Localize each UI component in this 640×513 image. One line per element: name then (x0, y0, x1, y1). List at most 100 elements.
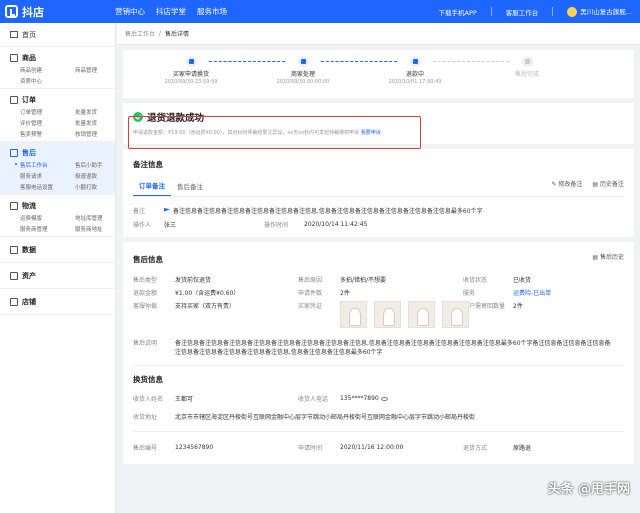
logo[interactable]: 抖店 (5, 4, 115, 20)
shop-icon (10, 297, 18, 306)
addr-label: 收货地址 (133, 413, 158, 421)
remark-section-title: 备注信息 (133, 160, 163, 169)
reason-value: 多拍/错拍/不想要 (340, 277, 387, 284)
step-done: 售后完成 (471, 56, 583, 78)
proof-label: 买家凭证 (298, 303, 323, 310)
nav-marketing[interactable]: 营销中心 (115, 6, 145, 17)
tab-aftersale-remark[interactable]: 售后备注 (171, 181, 209, 196)
remark-card: 备注信息 订单备注 售后备注 ✎ 修改备注 ▤ 历史备注 备注 备注信息备注信息… (123, 149, 634, 237)
sidebar-item-service-request[interactable]: 服务请求 (20, 172, 75, 180)
sidebar-item-freight-template[interactable]: 运费模版 (20, 214, 75, 222)
sidebar-title-label: 数据 (22, 245, 36, 254)
return-qty-value: 2件 (513, 303, 523, 310)
proof-image[interactable] (408, 301, 435, 328)
user-icon (185, 56, 197, 67)
recv-phone-text: 135****7890 (340, 395, 379, 402)
aftersale-no-value: 1234567890 (175, 444, 214, 451)
proof-image[interactable] (442, 301, 469, 328)
sidebar-item-home[interactable]: 首页 (0, 23, 115, 47)
sidebar-home-label: 首页 (22, 30, 36, 39)
sidebar-title-data[interactable]: 数据 (0, 243, 115, 256)
sidebar-title-label: 售后 (22, 148, 36, 157)
aftersale-history-button[interactable]: ▤ 售后历史 (592, 252, 624, 261)
exchange-section-title: 换货信息 (133, 375, 163, 384)
status-card: 退货退款成功 申请退款金额：¥19.00（含运费¥0.00），如对纠纷仲裁结果又… (123, 103, 634, 144)
addr-value: 北京市市辖区海淀区丹棱街号互联网金融中心层字节跳动小邮局丹棱街号互联网金融中心层… (175, 413, 476, 421)
edit-remark-label: 修改备注 (558, 181, 583, 188)
step-process: 商家处理 2020/09/30 00:00:00 (247, 56, 397, 85)
remark-text: 备注信息备注信息备注信息备注信息备注信息备注信息,信息备注信息备注信息备注信息备… (173, 207, 483, 215)
sidebar-item-order-manage[interactable]: 订单管理 (20, 108, 75, 116)
recv-name-value: 王都可 (175, 396, 194, 403)
sidebar-item-provider-manage[interactable]: 服务商管理 (20, 225, 75, 233)
return-qty-label: 用户需寄回数量 (463, 303, 506, 310)
aftersale-icon (10, 148, 18, 157)
op-time-label: 操作时间 (264, 221, 289, 229)
proof-image[interactable] (374, 301, 401, 328)
status-desc: 申请退款金额：¥19.00（含运费¥0.00），如对纠纷仲裁结果又异议，xx天x… (133, 129, 624, 136)
remark-tabs: 订单备注 售后备注 ✎ 修改备注 ▤ 历史备注 (133, 175, 624, 197)
merchant-icon (297, 56, 309, 67)
aftersale-section-title: 售后信息 (133, 255, 163, 264)
sidebar-item-sales-warning[interactable]: 售卖预警 (20, 130, 75, 138)
sidebar-title-orders[interactable]: 订单 (0, 93, 115, 106)
recv-phone-label: 收货人电话 (298, 396, 329, 403)
sidebar-title-logistics[interactable]: 物流 (0, 199, 115, 212)
step-refunding: 退款中 2020/10/01 17:30:43 (359, 56, 509, 85)
assets-icon (10, 271, 18, 280)
sidebar-title-shop[interactable]: 店铺 (0, 295, 115, 308)
operator-label: 操作人 (133, 221, 152, 229)
divider (490, 7, 492, 16)
step-name: 退款中 (405, 71, 424, 78)
main-content: 售后工作台 / 售后详情 买家申请换货 2020/09/30 23:59:59 … (117, 23, 640, 513)
home-icon (10, 31, 18, 38)
step-time: 2020/10/01 17:30:43 (388, 79, 442, 85)
download-app-link[interactable]: 下载手机APP (439, 7, 477, 17)
steps: 买家申请换货 2020/09/30 23:59:59 商家处理 2020/09/… (123, 50, 634, 98)
tab-order-remark[interactable]: 订单备注 (133, 180, 171, 196)
sidebar-title-goods[interactable]: 商品 (0, 51, 115, 64)
edit-remark-button[interactable]: ✎ 修改备注 (551, 179, 582, 188)
sidebar-item-aftersale-workbench[interactable]: 售后工作台 (15, 161, 75, 169)
sidebar-item-create-goods[interactable]: 商品创建 (20, 66, 75, 74)
breadcrumb-sep: / (159, 30, 162, 37)
arb-value: 支持买家（双方有责） (175, 303, 236, 310)
service-link[interactable]: 运费险-已出单 (513, 288, 551, 297)
progress-card: 买家申请换货 2020/09/30 23:59:59 商家处理 2020/09/… (123, 50, 634, 98)
shop-menu[interactable]: 黑川山复古旗舰... (567, 6, 632, 17)
type-label: 售后类型 (133, 277, 158, 284)
nav-school[interactable]: 抖店学堂 (156, 6, 186, 17)
amount-label: 退款金额 (133, 290, 158, 297)
amount-value: ¥1.00（含运费¥0.60） (175, 290, 240, 297)
remark-label: 备注 (133, 207, 146, 215)
recv-name-label: 收货人姓名 (133, 396, 164, 403)
sidebar-item-qualification[interactable]: 资质中心 (20, 77, 75, 85)
sidebar-item-review-manage[interactable]: 评价管理 (20, 119, 75, 127)
order-icon (10, 95, 18, 104)
breadcrumb: 售后工作台 / 售后详情 (117, 23, 640, 45)
sidebar-title-label: 资产 (22, 271, 36, 280)
arb-label: 客服仲裁 (133, 303, 158, 310)
reason-label: 售后原因 (298, 277, 323, 284)
service-workbench-link[interactable]: 客服工作台 (506, 7, 539, 17)
sidebar-title-aftersale[interactable]: 售后 (0, 146, 115, 159)
aftersale-card: 售后信息 ▤ 售后历史 售后类型 发货前仅退货 售后原因 多拍/错拍/不想要 收货状… (123, 242, 634, 464)
breadcrumb-parent[interactable]: 售后工作台 (125, 29, 155, 38)
nav-market[interactable]: 服务市场 (197, 6, 227, 17)
eye-icon[interactable] (380, 396, 388, 401)
desc-value: 备注信息备注信息备注信息备注信息备注信息备注信息备注信息备注信息,信息备注信息备… (175, 340, 611, 356)
appeal-link[interactable]: 我要申诉 (361, 130, 381, 136)
sidebar-title-assets[interactable]: 资产 (0, 269, 115, 282)
success-icon (133, 112, 143, 122)
return-method-label: 退货方式 (463, 445, 488, 452)
sidebar-item-cs-phone[interactable]: 客服电话设置 (20, 183, 75, 191)
history-remark-button[interactable]: ▤ 历史备注 (592, 179, 624, 188)
flag-icon (164, 208, 170, 212)
logo-icon (5, 5, 18, 18)
step-name: 商家处理 (290, 71, 315, 78)
proof-image[interactable] (340, 301, 367, 328)
op-time-value: 2020/10/14 11:42:45 (304, 220, 368, 228)
top-bar: 抖店 营销中心 抖店学堂 服务市场 下载手机APP 客服工作台 黑川山复古旗舰.… (0, 0, 640, 23)
avatar (567, 7, 578, 17)
apply-time-label: 申请时间 (298, 445, 323, 452)
